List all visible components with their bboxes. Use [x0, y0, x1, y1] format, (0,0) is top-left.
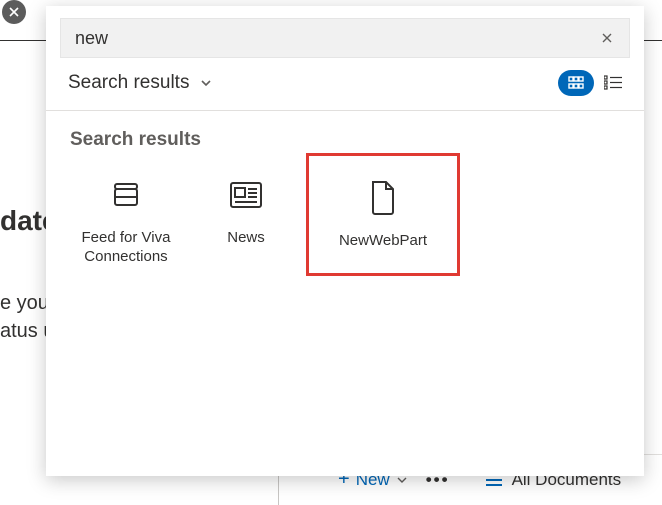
- result-item-label: Feed for Viva Connections: [70, 229, 182, 267]
- close-button[interactable]: [2, 0, 26, 24]
- search-box[interactable]: [60, 18, 630, 58]
- result-item-newwebpart[interactable]: NewWebPart: [306, 153, 460, 276]
- webpart-picker-panel: Search results: [46, 6, 644, 476]
- chevron-down-icon: [199, 76, 213, 90]
- feed-icon: [109, 178, 143, 212]
- search-input[interactable]: [73, 27, 597, 50]
- grid-icon: [568, 76, 584, 90]
- result-item-feed-viva[interactable]: Feed for Viva Connections: [66, 165, 186, 276]
- grid-view-button[interactable]: [558, 70, 594, 96]
- results-grid: Feed for Viva Connections News: [46, 159, 644, 276]
- bg-text-fragment-1: e you': [0, 292, 53, 315]
- filter-dropdown[interactable]: Search results: [68, 72, 189, 94]
- result-item-label: News: [190, 229, 302, 248]
- results-section-title: Search results: [46, 111, 644, 159]
- filter-dropdown-label: Search results: [68, 72, 189, 93]
- close-icon: [601, 32, 613, 44]
- list-icon: [604, 75, 622, 91]
- search-row: [46, 6, 644, 66]
- file-icon: [368, 179, 398, 217]
- news-icon: [228, 180, 264, 210]
- clear-search-button[interactable]: [597, 28, 617, 48]
- list-view-button[interactable]: [600, 70, 626, 96]
- filter-row: Search results: [46, 66, 644, 110]
- result-item-label: NewWebPart: [313, 232, 453, 251]
- result-item-news[interactable]: News: [186, 165, 306, 276]
- close-icon: [9, 7, 19, 17]
